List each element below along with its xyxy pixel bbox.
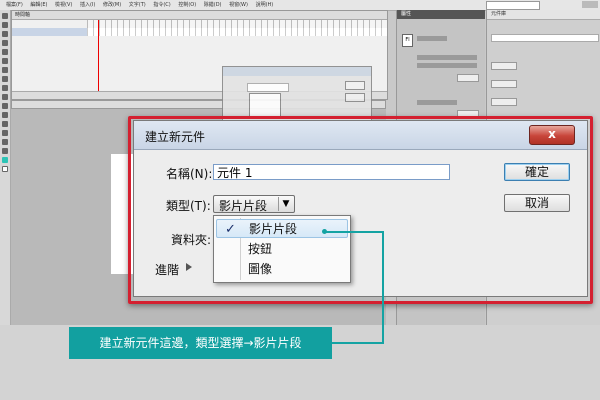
folder-label: 資料夾: — [171, 233, 212, 247]
zoom-tool-icon[interactable] — [2, 148, 8, 154]
timeline-tab[interactable]: 時間軸 — [12, 11, 387, 20]
name-label: 名稱(N): — [166, 167, 213, 181]
rectangle-tool-icon[interactable] — [2, 76, 8, 82]
property-row — [417, 100, 457, 105]
dropdown-item-label: 按鈕 — [248, 242, 273, 256]
menu-item-debug[interactable]: 除錯(D) — [204, 0, 222, 10]
line-tool-icon[interactable] — [2, 67, 8, 73]
menu-item-modify[interactable]: 修改(M) — [103, 0, 121, 10]
menu-item-commands[interactable]: 指令(C) — [153, 0, 170, 10]
frame-row[interactable] — [87, 28, 387, 36]
dropdown-item-label: 圖像 — [248, 262, 273, 276]
type-dropdown-menu: ✓ 影片片段 按鈕 圖像 — [213, 215, 351, 283]
background-dialog-field — [247, 83, 289, 92]
create-new-symbol-dialog: 建立新元件 x 名稱(N): 元件 1 類型(T): 影片片段 ▼ 資料夾: 進… — [133, 120, 588, 297]
callout-line — [332, 342, 384, 344]
expand-arrow-icon[interactable] — [186, 263, 192, 271]
lasso-tool-icon[interactable] — [2, 40, 8, 46]
subselection-tool-icon[interactable] — [2, 22, 8, 28]
menu-item-view[interactable]: 檢視(V) — [55, 0, 72, 10]
close-icon: x — [548, 127, 556, 141]
edit-button[interactable] — [457, 74, 479, 82]
stroke-color-icon[interactable] — [2, 166, 8, 172]
library-tab[interactable]: 元件庫 — [487, 10, 600, 20]
playhead[interactable] — [98, 20, 99, 98]
library-button[interactable] — [491, 80, 517, 88]
fill-color-icon[interactable] — [2, 157, 8, 163]
selection-tool-icon[interactable] — [2, 13, 8, 19]
type-select-value: 影片片段 — [219, 199, 268, 213]
ok-button[interactable]: 確定 — [504, 163, 570, 181]
property-row — [417, 55, 477, 60]
text-tool-icon[interactable] — [2, 58, 8, 64]
property-row — [417, 36, 447, 41]
name-input[interactable]: 元件 1 — [213, 164, 450, 180]
bone-tool-icon[interactable] — [2, 103, 8, 109]
library-search-input[interactable] — [491, 34, 599, 42]
menu-item-insert[interactable]: 插入(I) — [80, 0, 95, 10]
type-label: 類型(T): — [166, 199, 211, 213]
flash-file-icon: Fl — [402, 34, 413, 47]
dialog-title: 建立新元件 — [145, 130, 206, 144]
annotation-callout: 建立新元件這邊，類型選擇→影片片段 — [69, 327, 332, 359]
brush-tool-icon[interactable] — [2, 94, 8, 100]
dialog-title-bar: 建立新元件 x — [134, 121, 587, 150]
menu-item-edit[interactable]: 編輯(E) — [30, 0, 47, 10]
hand-tool-icon[interactable] — [2, 139, 8, 145]
dropdown-item-movie-clip[interactable]: ✓ 影片片段 — [216, 219, 348, 238]
transform-tool-icon[interactable] — [2, 31, 8, 37]
menu-item-help[interactable]: 說明(H) — [256, 0, 274, 10]
eraser-tool-icon[interactable] — [2, 130, 8, 136]
checkmark-icon: ✓ — [225, 222, 236, 237]
dropdown-item-button[interactable]: 按鈕 — [216, 240, 348, 259]
workspace-switcher[interactable] — [486, 1, 540, 10]
tools-panel — [0, 10, 11, 325]
background-dialog-title — [223, 67, 371, 76]
chevron-down-icon[interactable]: ▼ — [278, 197, 293, 211]
cancel-button[interactable]: 取消 — [504, 194, 570, 212]
library-button[interactable] — [491, 62, 517, 70]
eyedropper-tool-icon[interactable] — [2, 121, 8, 127]
callout-line — [382, 231, 384, 344]
type-select[interactable]: 影片片段 ▼ — [213, 195, 295, 213]
dropdown-item-label: 影片片段 — [249, 222, 298, 236]
menu-item-window[interactable]: 視窗(W) — [229, 0, 248, 10]
library-button[interactable] — [491, 98, 517, 106]
background-dialog-button — [345, 93, 365, 102]
advanced-label[interactable]: 進階 — [155, 261, 179, 278]
property-row — [417, 63, 477, 68]
background-dialog-button — [345, 81, 365, 90]
pen-tool-icon[interactable] — [2, 49, 8, 55]
close-button[interactable]: x — [529, 125, 575, 145]
window-controls[interactable] — [582, 1, 598, 8]
dropdown-item-graphic[interactable]: 圖像 — [216, 260, 348, 279]
callout-line — [325, 231, 384, 233]
layer-row[interactable] — [12, 28, 87, 36]
frame-ruler[interactable] — [87, 20, 387, 28]
properties-tab[interactable]: 屬性 — [397, 10, 485, 19]
paint-bucket-tool-icon[interactable] — [2, 112, 8, 118]
menu-item-file[interactable]: 檔案(F) — [6, 0, 23, 10]
menu-item-text[interactable]: 文字(T) — [129, 0, 146, 10]
menu-item-control[interactable]: 控制(O) — [178, 0, 196, 10]
pencil-tool-icon[interactable] — [2, 85, 8, 91]
